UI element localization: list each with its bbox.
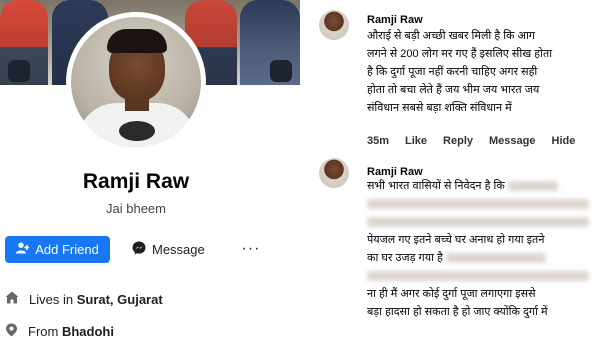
more-options-button[interactable]: ··· xyxy=(240,238,262,260)
comment-line xyxy=(367,195,595,213)
comment-line: संविधान सबसे बड़ा शक्ति संविधान में xyxy=(367,102,512,114)
comment-text: सभी भारत वासियों से निवेदन है कि पेयजल ग… xyxy=(367,177,595,321)
from-place[interactable]: Bhadohi xyxy=(62,324,114,338)
comment-line-text: का घर उजड़ गया है xyxy=(367,252,443,264)
message-button[interactable]: Message xyxy=(132,236,212,263)
from-prefix: From xyxy=(28,324,59,338)
comment-line-text: सभी भारत वासियों से निवेदन है कि xyxy=(367,180,505,192)
reply-button[interactable]: Reply xyxy=(443,135,473,147)
like-button[interactable]: Like xyxy=(405,135,427,147)
blurred-text xyxy=(445,253,546,264)
add-person-icon xyxy=(16,242,30,257)
comment-line: बड़ा हादसा हो सकता है हो जाए क्योंकि दुर… xyxy=(367,306,548,318)
comment-line: पेयजल गए इतने बच्चे घर अनाथ हो गया इतने xyxy=(367,234,545,246)
blurred-text xyxy=(507,181,558,192)
lives-in-place[interactable]: Surat, Gujarat xyxy=(77,292,163,307)
profile-avatar[interactable] xyxy=(66,12,206,152)
comment-line: का घर उजड़ गया है xyxy=(367,249,595,267)
cover-shoe xyxy=(270,60,292,82)
comment-line: ना ही मैं अगर कोई दुर्गा पूजा लगाएगा इसस… xyxy=(367,288,536,300)
message-label: Message xyxy=(152,242,205,257)
comment-avatar[interactable] xyxy=(319,10,349,40)
lives-in-prefix: Lives in xyxy=(29,291,74,307)
location-pin-icon xyxy=(5,323,18,338)
cover-shoe xyxy=(8,60,30,82)
comment-line xyxy=(367,267,595,285)
lives-in-row: Lives in Surat, Gujarat xyxy=(5,291,163,307)
comment-timestamp[interactable]: 35m xyxy=(367,135,389,147)
comment-author[interactable]: Ramji Raw xyxy=(367,14,423,26)
hide-button[interactable]: Hide xyxy=(552,135,576,147)
comment-line: सभी भारत वासियों से निवेदन है कि xyxy=(367,177,595,195)
profile-bio: Jai bheem xyxy=(106,201,166,216)
comment-line: लगने से 200 लोग मर गए हैं इसलिए सीख होता xyxy=(367,48,553,60)
message-action-button[interactable]: Message xyxy=(489,135,535,147)
messenger-icon xyxy=(132,241,146,258)
profile-name: Ramji Raw xyxy=(82,170,190,193)
comment-actions: 35m Like Reply Message Hide xyxy=(367,135,575,147)
avatar-hair xyxy=(107,29,167,53)
add-friend-button[interactable]: Add Friend xyxy=(5,236,110,263)
lives-in-text: Lives in Surat, Gujarat xyxy=(29,292,163,307)
from-text: From Bhadohi xyxy=(28,324,114,338)
home-icon xyxy=(5,291,19,307)
comment-line: होता तो बचा लेते हैं जय भीम जय भारत जय xyxy=(367,84,540,96)
comment-text: औराई से बड़ी अच्छी खबर मिली है कि आग लगन… xyxy=(367,27,595,117)
profile-panel: Ramji Raw Jai bheem Add Friend Message ·… xyxy=(0,0,300,338)
comment-line: औराई से बड़ी अच्छी खबर मिली है कि आग xyxy=(367,30,535,42)
avatar-shirt-print xyxy=(119,121,155,141)
add-friend-label: Add Friend xyxy=(35,242,99,257)
comment-line xyxy=(367,213,595,231)
comments-panel: Ramji Raw औराई से बड़ी अच्छी खबर मिली है… xyxy=(300,0,600,338)
comment-line: है कि दुर्गा पूजा नहीं करनी चाहिए अगर सह… xyxy=(367,66,538,78)
blurred-text xyxy=(367,217,589,228)
comment-avatar[interactable] xyxy=(319,158,349,188)
blurred-text xyxy=(367,271,589,282)
from-row: From Bhadohi xyxy=(5,323,114,338)
blurred-text xyxy=(367,199,589,210)
